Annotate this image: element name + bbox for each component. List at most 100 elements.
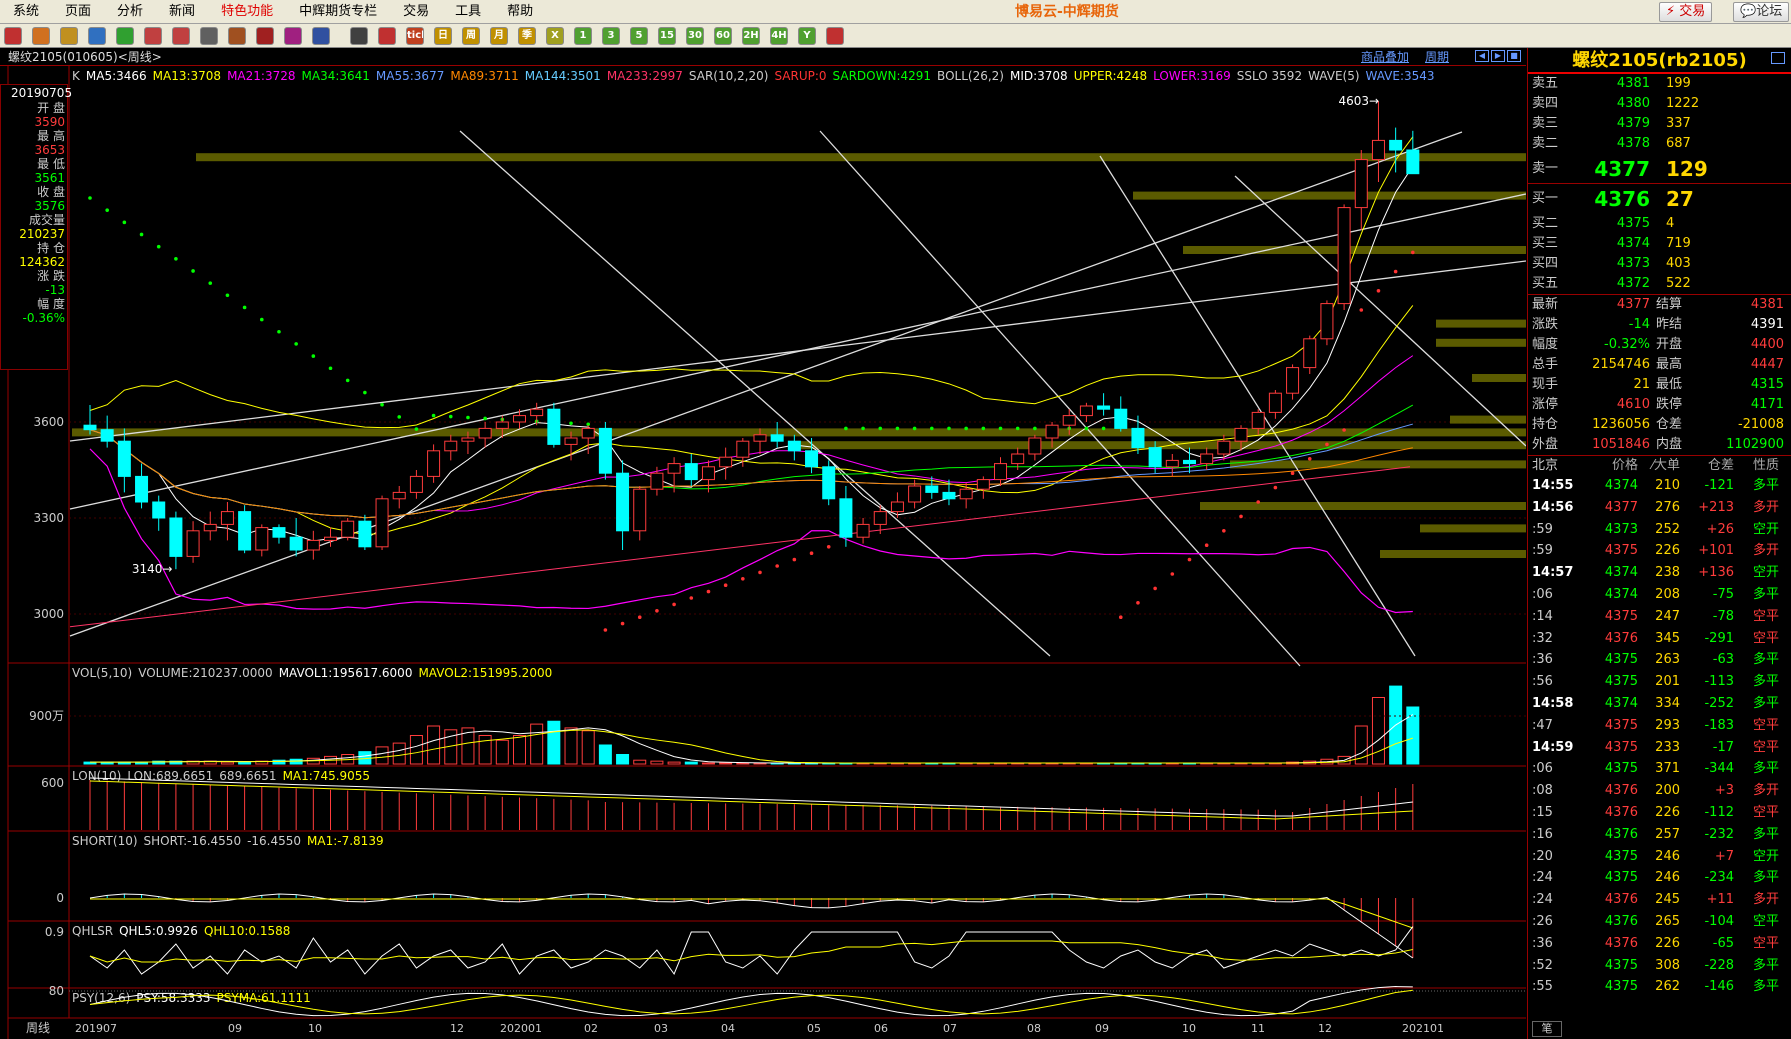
candle[interactable] — [942, 479, 956, 506]
candle[interactable] — [135, 463, 149, 509]
candle[interactable] — [1200, 447, 1214, 470]
candle[interactable] — [822, 460, 836, 506]
candle[interactable] — [1354, 150, 1368, 230]
menu-item-5[interactable]: 中辉期货专栏 — [286, 0, 390, 24]
candle[interactable] — [255, 524, 269, 557]
candle[interactable] — [289, 518, 303, 557]
exit-icon[interactable] — [4, 26, 22, 45]
candle[interactable] — [169, 511, 183, 570]
candle[interactable] — [1028, 434, 1042, 461]
overlay-link[interactable]: 商品叠加 — [1361, 48, 1409, 66]
candle[interactable] — [1079, 402, 1093, 422]
candle[interactable] — [100, 415, 114, 448]
15-icon[interactable]: 15 — [658, 26, 676, 45]
x-icon[interactable]: X — [546, 26, 564, 45]
bid-row[interactable]: 买三 4374 719 — [1528, 234, 1791, 254]
forum-button[interactable]: 💬论坛 — [1733, 2, 1790, 22]
candle[interactable] — [736, 438, 750, 467]
candle[interactable] — [994, 457, 1008, 486]
candle[interactable] — [427, 444, 441, 483]
refresh-icon[interactable] — [116, 26, 134, 45]
candle[interactable] — [1268, 390, 1282, 419]
candle[interactable] — [1097, 393, 1111, 416]
bid-row[interactable]: 买五 4372 522 — [1528, 274, 1791, 294]
candle[interactable] — [1337, 204, 1351, 310]
candle[interactable] — [598, 422, 612, 480]
menu-item-2[interactable]: 分析 — [104, 0, 156, 24]
menu-item-6[interactable]: 交易 — [390, 0, 442, 24]
restore-icon[interactable] — [1771, 52, 1785, 64]
chart-canvas[interactable]: 3600 3300 3000 4603→ 3140→ K MA5:3466 MA13:3708… — [0, 66, 1526, 1039]
nav-zoom-icon[interactable]: ■ — [1507, 50, 1521, 62]
trade-button[interactable]: ⚡ 交易 — [1659, 2, 1713, 22]
tab-tick[interactable]: 笔 — [1532, 1021, 1562, 1037]
candle[interactable] — [1389, 127, 1403, 173]
candle[interactable] — [650, 466, 664, 496]
candle[interactable] — [152, 495, 166, 531]
menu-item-0[interactable]: 系统 — [0, 0, 52, 24]
candle[interactable] — [719, 447, 733, 480]
5-icon[interactable]: 5 — [630, 26, 648, 45]
4h-icon[interactable]: 4H — [770, 26, 788, 45]
month-icon[interactable]: 月 — [490, 26, 508, 45]
tick-icon[interactable]: tick — [406, 26, 424, 45]
pen-icon[interactable] — [256, 26, 274, 45]
tick-list[interactable]: 14:55 4374 210 -121 多平 14:56 4377 276 +213 多开:59 4… — [1528, 475, 1791, 998]
60-icon[interactable]: 60 — [714, 26, 732, 45]
menu-item-8[interactable]: 帮助 — [494, 0, 546, 24]
candle[interactable] — [701, 460, 715, 493]
3-icon[interactable]: 3 — [602, 26, 620, 45]
candle[interactable] — [1320, 300, 1334, 346]
bid1-row[interactable]: 买一 4376 27 — [1528, 184, 1791, 214]
table-icon[interactable] — [350, 26, 368, 45]
candle[interactable] — [220, 502, 234, 541]
indicator-icon[interactable] — [284, 26, 302, 45]
candle[interactable] — [1303, 335, 1317, 374]
candle[interactable] — [839, 486, 853, 547]
copy-icon[interactable] — [200, 26, 218, 45]
2h-icon[interactable]: 2H — [742, 26, 760, 45]
candle[interactable] — [375, 495, 389, 550]
candle[interactable] — [1406, 130, 1420, 175]
candle[interactable] — [633, 486, 647, 541]
period-link[interactable]: 周期 — [1425, 48, 1449, 66]
candle[interactable] — [306, 530, 320, 560]
bid-row[interactable]: 买四 4373 403 — [1528, 254, 1791, 274]
candle[interactable] — [856, 518, 870, 544]
candle[interactable] — [1371, 101, 1385, 182]
ask-row[interactable]: 卖三 4379 337 — [1528, 114, 1791, 134]
candle[interactable] — [341, 518, 355, 541]
nav-right-icon[interactable]: ▶ — [1491, 50, 1505, 62]
candle[interactable] — [770, 422, 784, 448]
day-icon[interactable]: 日 — [434, 26, 452, 45]
calc-icon[interactable] — [826, 26, 844, 45]
ask-row[interactable]: 卖四 4380 1222 — [1528, 94, 1791, 114]
1-icon[interactable]: 1 — [574, 26, 592, 45]
color-icon[interactable] — [312, 26, 330, 45]
menu-item-4[interactable]: 特色功能 — [208, 0, 286, 24]
candle[interactable] — [616, 460, 630, 550]
candle[interactable] — [117, 428, 131, 493]
candle[interactable] — [547, 402, 561, 448]
open-icon[interactable] — [60, 26, 78, 45]
home-icon[interactable] — [32, 26, 50, 45]
ask-row[interactable]: 卖五 4381 199 — [1528, 74, 1791, 94]
candle[interactable] — [409, 470, 423, 499]
candle[interactable] — [272, 524, 286, 544]
zoom-out-icon[interactable] — [172, 26, 190, 45]
candle[interactable] — [684, 454, 698, 486]
line-chart-icon[interactable] — [378, 26, 396, 45]
candle[interactable] — [186, 521, 200, 563]
candle[interactable] — [324, 527, 338, 547]
draw-icon[interactable] — [228, 26, 246, 45]
candle[interactable] — [392, 486, 406, 509]
candle[interactable] — [358, 514, 372, 550]
candle[interactable] — [787, 434, 801, 461]
candle[interactable] — [1114, 396, 1128, 432]
menu-item-7[interactable]: 工具 — [442, 0, 494, 24]
week-icon[interactable]: 周 — [462, 26, 480, 45]
nav-left-icon[interactable]: ◀ — [1475, 50, 1489, 62]
menu-item-3[interactable]: 新闻 — [156, 0, 208, 24]
bid-row[interactable]: 买二 4375 4 — [1528, 214, 1791, 234]
ask1-row[interactable]: 卖一 4377 129 — [1528, 154, 1791, 184]
